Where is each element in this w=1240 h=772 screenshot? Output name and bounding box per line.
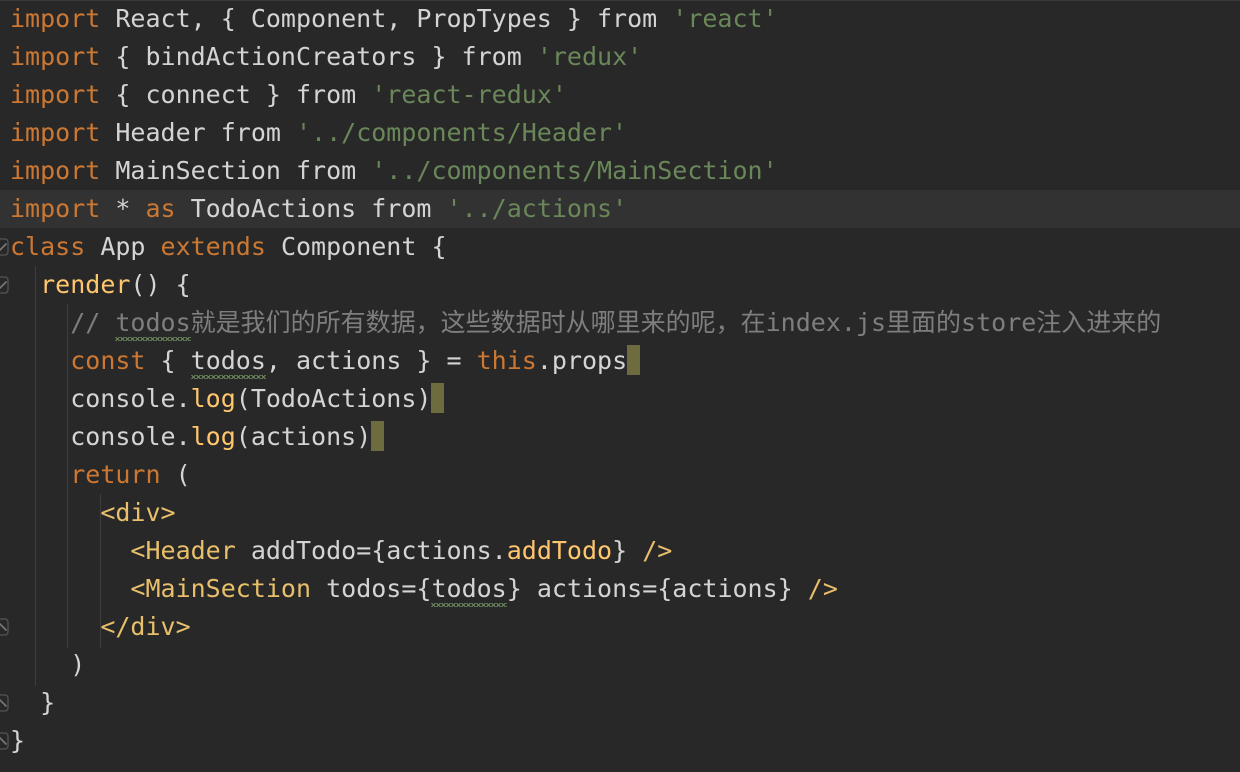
code-token: } actions={actions} [507, 574, 808, 603]
code-token: this [477, 346, 537, 375]
code-line[interactable]: console.log(actions) [0, 418, 1240, 456]
code-token: 就是我们的所有数据，这些数据时从哪里来的呢，在index.js里面的store注… [191, 308, 1162, 337]
code-token [10, 574, 130, 603]
text-caret [431, 383, 444, 413]
code-token: Component { [266, 232, 447, 261]
code-line[interactable]: </div> [0, 608, 1240, 646]
code-line[interactable]: return ( [0, 456, 1240, 494]
code-token: import [10, 80, 100, 109]
code-token: App [85, 232, 160, 261]
code-token: .props [537, 346, 627, 375]
code-line[interactable]: <div> [0, 494, 1240, 532]
code-token [10, 270, 40, 299]
code-token: const [70, 346, 145, 375]
code-token: import [10, 118, 100, 147]
code-line[interactable]: render() { [0, 266, 1240, 304]
code-line[interactable]: } [0, 722, 1240, 760]
code-token: // [10, 308, 115, 337]
code-token: (TodoActions) [236, 384, 432, 413]
code-token: } [10, 726, 25, 755]
code-token: '../components/Header' [296, 118, 627, 147]
code-line[interactable]: import React, { Component, PropTypes } f… [0, 0, 1240, 38]
code-token: 'react-redux' [371, 80, 567, 109]
code-token: log [191, 384, 236, 413]
code-lines[interactable]: import React, { Component, PropTypes } f… [0, 0, 1240, 760]
code-token: /> [642, 536, 672, 565]
code-token: import [10, 194, 100, 223]
code-line[interactable]: <Header addTodo={actions.addTodo} /> [0, 532, 1240, 570]
code-line[interactable]: ) [0, 646, 1240, 684]
code-token: Header from [100, 118, 296, 147]
code-token: as [145, 194, 175, 223]
code-token: return [70, 460, 160, 489]
code-editor[interactable]: import React, { Component, PropTypes } f… [0, 0, 1240, 772]
code-token: console. [10, 384, 191, 413]
code-line[interactable]: import MainSection from '../components/M… [0, 152, 1240, 190]
code-token: { connect } from [100, 80, 371, 109]
code-line[interactable]: console.log(TodoActions) [0, 380, 1240, 418]
code-line[interactable]: import Header from '../components/Header… [0, 114, 1240, 152]
code-token: </div> [100, 612, 190, 641]
code-token: () { [130, 270, 190, 299]
code-token: , actions } = [266, 346, 477, 375]
code-token: render [40, 270, 130, 299]
code-token: addTodo [507, 536, 612, 565]
code-line[interactable]: <MainSection todos={todos} actions={acti… [0, 570, 1240, 608]
code-token: { bindActionCreators } from [100, 42, 537, 71]
code-token: } [612, 536, 642, 565]
code-line[interactable]: const { todos, actions } = this.props [0, 342, 1240, 380]
code-token: * [100, 194, 145, 223]
code-token: <Header [130, 536, 235, 565]
code-token: <MainSection [130, 574, 311, 603]
code-token: log [191, 422, 236, 451]
code-line[interactable]: // todos就是我们的所有数据，这些数据时从哪里来的呢，在index.js里… [0, 304, 1240, 342]
code-token: '../actions' [447, 194, 628, 223]
code-token [10, 346, 70, 375]
code-token: 'redux' [537, 42, 642, 71]
code-line[interactable]: import { connect } from 'react-redux' [0, 76, 1240, 114]
code-token [10, 536, 130, 565]
code-token: (actions) [236, 422, 371, 451]
code-token [10, 612, 100, 641]
code-line[interactable]: import { bindActionCreators } from 'redu… [0, 38, 1240, 76]
code-token: TodoActions from [176, 194, 447, 223]
text-caret [627, 345, 640, 375]
code-token [10, 498, 100, 527]
spellcheck-token: todos [115, 308, 190, 337]
code-token: import [10, 42, 100, 71]
code-token: '../components/MainSection' [371, 156, 777, 185]
code-token: ( [161, 460, 191, 489]
code-token: React, { Component, PropTypes } from [100, 4, 672, 33]
code-token: } [10, 688, 55, 717]
code-token: 'react' [672, 4, 777, 33]
code-token: ) [10, 650, 85, 679]
code-line[interactable]: class App extends Component { [0, 228, 1240, 266]
code-token: addTodo={actions. [236, 536, 507, 565]
text-caret [371, 421, 384, 451]
code-token: import [10, 156, 100, 185]
code-token: class [10, 232, 85, 261]
code-line[interactable]: } [0, 684, 1240, 722]
code-token [10, 460, 70, 489]
code-token: extends [161, 232, 266, 261]
spellcheck-token: todos [431, 574, 506, 603]
code-token: MainSection from [100, 156, 371, 185]
code-token: todos={ [311, 574, 431, 603]
code-token: console. [10, 422, 191, 451]
code-token: { [145, 346, 190, 375]
spellcheck-token: todos [191, 346, 266, 375]
code-token: /> [808, 574, 838, 603]
code-line[interactable]: import * as TodoActions from '../actions… [0, 190, 1240, 228]
code-token: <div> [100, 498, 175, 527]
code-token: import [10, 4, 100, 33]
